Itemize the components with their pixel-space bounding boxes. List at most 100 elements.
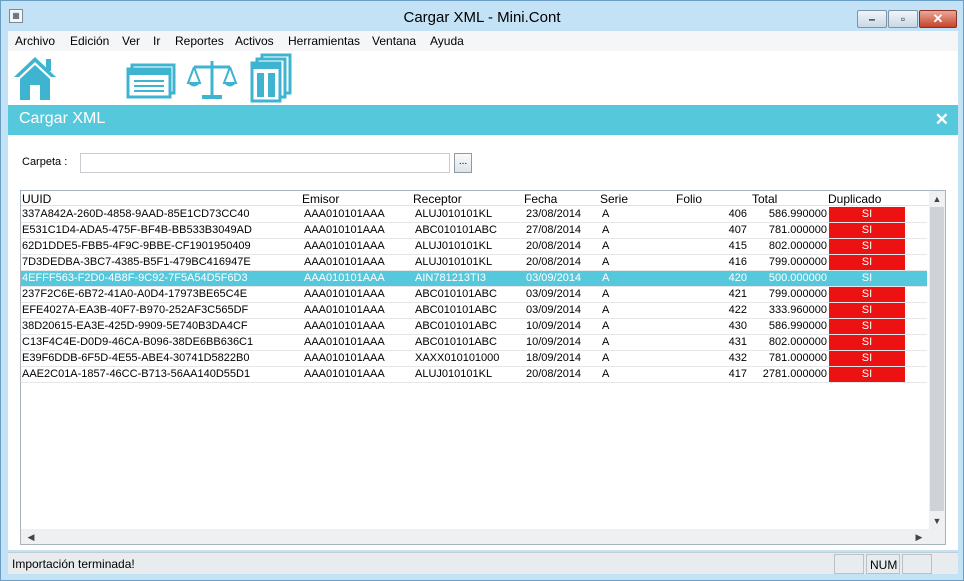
cell-receptor: ABC010101ABC [415, 304, 497, 316]
app-window: ▦ Cargar XML - Mini.Cont – ▫ ✕ Archivo E… [0, 0, 964, 581]
table-row[interactable]: AAE2C01A-1857-46CC-B713-56AA140D55D1 AAA0… [21, 367, 927, 383]
cell-emisor: AAA010101AAA [304, 208, 385, 220]
column-uuid[interactable]: UUID [22, 192, 51, 206]
column-receptor[interactable]: Receptor [413, 192, 462, 206]
scroll-down-icon[interactable]: ▼ [929, 513, 945, 529]
cell-serie: A [602, 224, 610, 236]
horizontal-scrollbar[interactable]: ◀ ▶ [21, 529, 929, 544]
cell-total: 333.960000 [768, 304, 827, 316]
menu-ayuda[interactable]: Ayuda [430, 34, 464, 48]
window-list-button[interactable] [126, 53, 178, 103]
cell-folio: 407 [728, 224, 747, 236]
documents-button[interactable] [248, 53, 298, 103]
cell-fecha: 10/09/2014 [526, 336, 582, 348]
status-message: Importación terminada! [12, 557, 135, 571]
cell-serie: A [602, 272, 610, 284]
cell-total: 802.000000 [768, 240, 827, 252]
table-row[interactable]: E531C1D4-ADA5-475F-BF4B-BB533B3049AD AAA0… [21, 223, 927, 239]
cell-emisor: AAA010101AAA [304, 352, 385, 364]
cell-uuid: C13F4C4E-D0D9-46CA-B096-38DE6BB636C1 [22, 336, 254, 348]
panel-close-icon[interactable]: ✕ [935, 110, 949, 130]
table-row[interactable]: 62D1DDE5-FBB5-4F9C-9BBE-CF1901950409 AAA0… [21, 239, 927, 255]
table-row[interactable]: EFE4027A-EA3B-40F7-B970-252AF3C565DF AAA0… [21, 303, 927, 319]
table-row[interactable]: C13F4C4E-D0D9-46CA-B096-38DE6BB636C1 AAA0… [21, 335, 927, 351]
cell-serie: A [602, 368, 610, 380]
cell-total: 2781.000000 [762, 368, 827, 380]
cell-receptor: ALUJ010101KL [415, 256, 493, 268]
menu-edicion[interactable]: Edición [70, 34, 109, 48]
scroll-left-icon[interactable]: ◀ [23, 529, 39, 544]
cell-fecha: 03/09/2014 [526, 272, 582, 284]
cell-emisor: AAA010101AAA [304, 240, 385, 252]
cell-fecha: 27/08/2014 [526, 224, 582, 236]
close-window-button[interactable]: ✕ [919, 10, 957, 28]
duplicate-badge: SI [829, 351, 905, 366]
cell-receptor: ALUJ010101KL [415, 240, 493, 252]
cell-emisor: AAA010101AAA [304, 272, 385, 284]
cell-receptor: ALUJ010101KL [415, 208, 493, 220]
cell-folio: 415 [728, 240, 747, 252]
cell-serie: A [602, 320, 610, 332]
table-row[interactable]: 4EFFF563-F2D0-4B8F-9C92-7F5A54D5F6D3 AAA0… [21, 271, 927, 287]
home-button[interactable] [10, 53, 60, 103]
cell-receptor: ABC010101ABC [415, 320, 497, 332]
minimize-icon: – [868, 12, 876, 26]
maximize-icon: ▫ [900, 12, 906, 26]
column-serie[interactable]: Serie [600, 192, 628, 206]
maximize-button[interactable]: ▫ [888, 10, 918, 28]
cell-folio: 417 [728, 368, 747, 380]
column-fecha[interactable]: Fecha [524, 192, 557, 206]
table-row[interactable]: 337A842A-260D-4858-9AAD-85E1CD73CC40 AAA0… [21, 207, 927, 223]
column-folio[interactable]: Folio [676, 192, 702, 206]
column-duplicado[interactable]: Duplicado [828, 192, 881, 206]
cell-fecha: 20/08/2014 [526, 368, 582, 380]
table-row[interactable]: E39F6DDB-6F5D-4E55-ABE4-30741D5822B0 AAA0… [21, 351, 927, 367]
scroll-right-icon[interactable]: ▶ [911, 529, 927, 544]
menu-ventana[interactable]: Ventana [372, 34, 416, 48]
menu-archivo[interactable]: Archivo [15, 34, 55, 48]
menu-ir[interactable]: Ir [153, 34, 160, 48]
scroll-up-icon[interactable]: ▲ [929, 191, 945, 207]
menu-herramientas[interactable]: Herramientas [288, 34, 360, 48]
cell-fecha: 18/09/2014 [526, 352, 582, 364]
cell-total: 586.990000 [768, 208, 827, 220]
cell-total: 781.000000 [768, 352, 827, 364]
cell-emisor: AAA010101AAA [304, 304, 385, 316]
vertical-scrollbar[interactable]: ▲ ▼ [929, 191, 945, 529]
status-bar: Importación terminada! NUM [8, 552, 958, 574]
folder-input[interactable] [80, 153, 450, 173]
minimize-button[interactable]: – [857, 10, 887, 28]
duplicate-badge: SI [829, 303, 905, 318]
cell-receptor: ALUJ010101KL [415, 368, 493, 380]
column-total[interactable]: Total [752, 192, 777, 206]
table-row[interactable]: 7D3DEDBA-3BC7-4385-B5F1-479BC416947E AAA0… [21, 255, 927, 271]
cell-folio: 421 [728, 288, 747, 300]
vertical-scroll-thumb[interactable] [930, 207, 944, 511]
menu-activos[interactable]: Activos [235, 34, 274, 48]
window-title: Cargar XML - Mini.Cont [403, 9, 561, 26]
cell-total: 586.990000 [768, 320, 827, 332]
title-bar: ▦ Cargar XML - Mini.Cont – ▫ ✕ [1, 1, 963, 31]
cell-serie: A [602, 240, 610, 252]
cell-receptor: ABC010101ABC [415, 224, 497, 236]
cell-serie: A [602, 304, 610, 316]
cell-total: 799.000000 [768, 288, 827, 300]
column-emisor[interactable]: Emisor [302, 192, 339, 206]
cell-folio: 420 [728, 272, 747, 284]
panel-title: Cargar XML [19, 110, 106, 127]
menu-reportes[interactable]: Reportes [175, 34, 224, 48]
menu-ver[interactable]: Ver [122, 34, 140, 48]
home-icon [14, 57, 56, 100]
cell-uuid: AAE2C01A-1857-46CC-B713-56AA140D55D1 [22, 368, 251, 380]
duplicate-badge: SI [829, 335, 905, 350]
toolbar [8, 51, 958, 105]
balance-button[interactable] [186, 53, 238, 103]
cell-serie: A [602, 288, 610, 300]
grid-header: UUID Emisor Receptor Fecha Serie Folio T… [21, 191, 929, 206]
table-row[interactable]: 237F2C6E-6B72-41A0-A0D4-17973BE65C4E AAA0… [21, 287, 927, 303]
xml-grid[interactable]: UUID Emisor Receptor Fecha Serie Folio T… [20, 190, 946, 545]
table-row[interactable]: 38D20615-EA3E-425D-9909-5E740B3DA4CF AAA0… [21, 319, 927, 335]
cell-folio: 406 [728, 208, 747, 220]
cell-emisor: AAA010101AAA [304, 368, 385, 380]
browse-button[interactable]: ... [454, 153, 472, 173]
